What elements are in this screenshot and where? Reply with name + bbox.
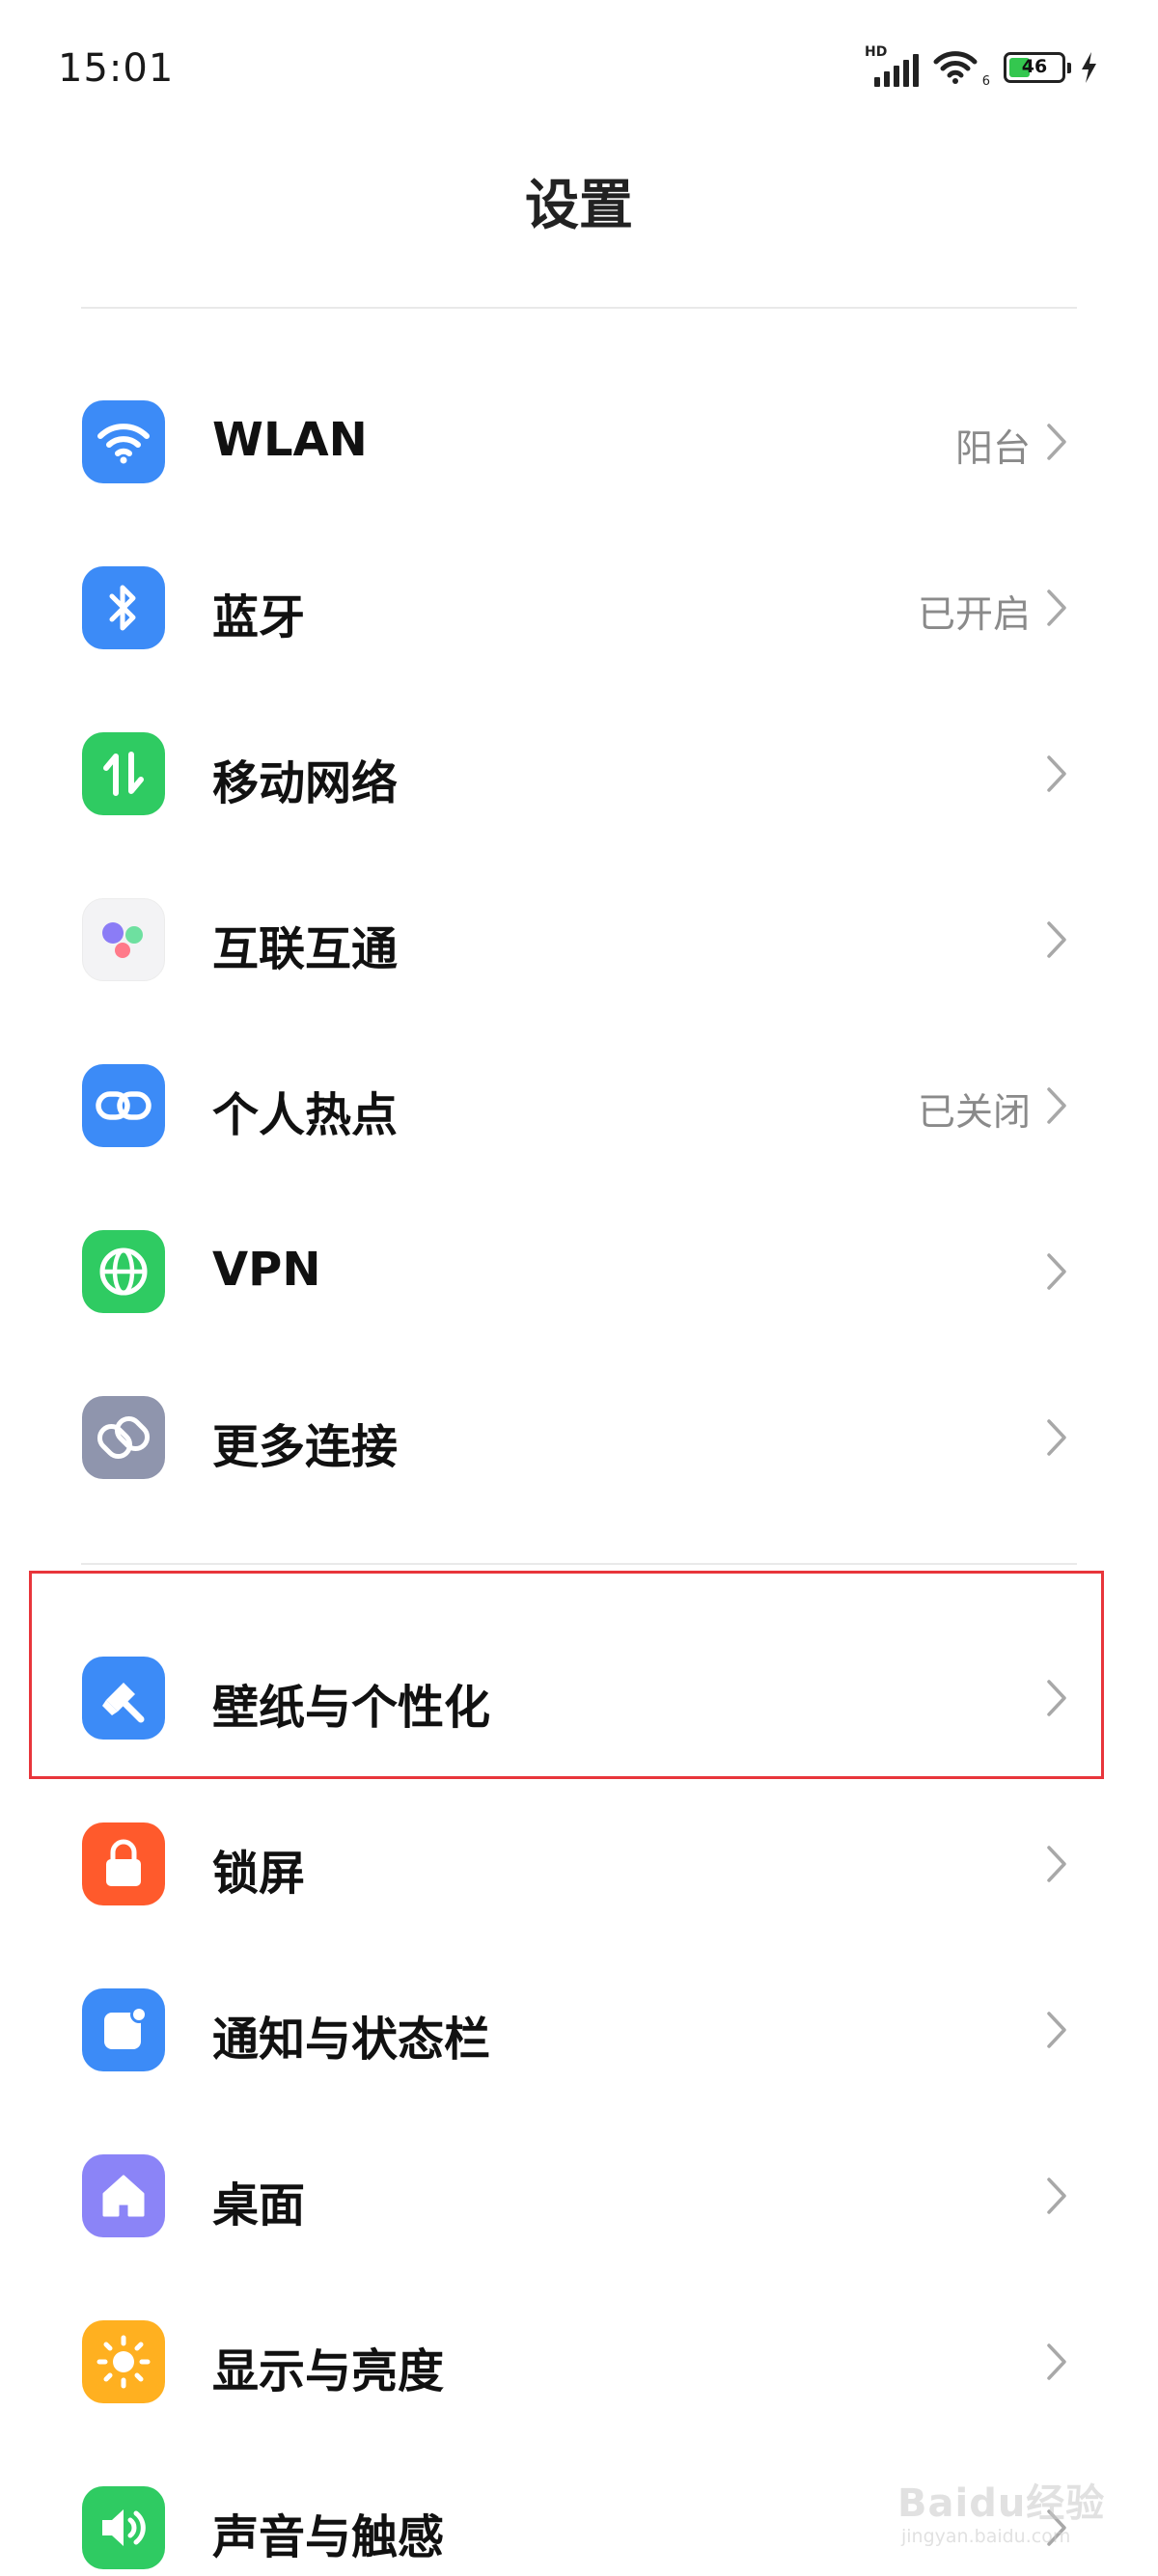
settings-item-interconnect[interactable]: 互联互通 <box>0 857 1158 1023</box>
settings-item-wlan[interactable]: WLAN 阳台 <box>0 359 1158 525</box>
settings-item-label: 锁屏 <box>212 1847 306 1901</box>
page-title: 设置 <box>525 175 633 237</box>
settings-screen: 15:01 HD 6 46 设置 WLAN 阳台 蓝牙 已开启 移动网络 互联互… <box>0 0 1158 2576</box>
settings-item-label: 桌面 <box>212 2179 306 2233</box>
chevron-right-icon <box>1047 2343 1066 2380</box>
wifi-icon <box>82 400 165 483</box>
chevron-right-icon <box>1047 589 1066 626</box>
chevron-right-icon <box>1047 2178 1066 2214</box>
highlight-box <box>29 1571 1104 1779</box>
battery-icon: 46 <box>1004 52 1071 83</box>
settings-item-value: 阳台 <box>954 427 1031 471</box>
notification-icon <box>82 1988 165 2071</box>
settings-item-value: 已开启 <box>917 593 1031 637</box>
settings-item-more-connections[interactable]: 更多连接 <box>0 1355 1158 1521</box>
baidu-watermark: Baidu经验 jingyan.baidu.com <box>897 2433 1119 2549</box>
settings-item-hotspot[interactable]: 个人热点 已关闭 <box>0 1023 1158 1189</box>
sun-icon <box>82 2320 165 2403</box>
chevron-right-icon <box>1047 424 1066 460</box>
settings-item-label: 个人热点 <box>212 1088 399 1142</box>
charging-icon <box>1082 52 1096 83</box>
status-icons: HD 6 46 <box>865 44 1098 89</box>
settings-item-label: 蓝牙 <box>212 590 306 644</box>
chevron-right-icon <box>1047 1846 1066 1882</box>
interconnect-icon <box>82 898 165 981</box>
settings-item-bluetooth[interactable]: 蓝牙 已开启 <box>0 525 1158 691</box>
settings-item-label: WLAN <box>212 413 368 467</box>
settings-item-notifications[interactable]: 通知与状态栏 <box>0 1947 1158 2113</box>
chevron-right-icon <box>1047 1419 1066 1456</box>
chevron-right-icon <box>1047 1253 1066 1290</box>
chevron-right-icon <box>1047 921 1066 958</box>
settings-item-label: 通知与状态栏 <box>212 2013 491 2067</box>
speaker-icon <box>82 2486 165 2569</box>
lock-icon <box>82 1822 165 1905</box>
settings-item-mobile-network[interactable]: 移动网络 <box>0 691 1158 857</box>
settings-item-label: VPN <box>212 1243 321 1297</box>
more-connections-icon <box>82 1396 165 1479</box>
wifi-badge: 6 <box>981 74 990 89</box>
chevron-right-icon <box>1047 1087 1066 1124</box>
settings-item-desktop[interactable]: 桌面 <box>0 2113 1158 2279</box>
settings-item-label: 显示与亮度 <box>212 2344 445 2398</box>
group-divider <box>81 1563 1077 1565</box>
globe-icon <box>82 1230 165 1313</box>
status-bar: 15:01 HD 6 46 <box>0 0 1158 135</box>
hotspot-link-icon <box>82 1064 165 1147</box>
settings-item-lock-screen[interactable]: 锁屏 <box>0 1781 1158 1947</box>
settings-item-vpn[interactable]: VPN <box>0 1189 1158 1355</box>
chevron-right-icon <box>1047 755 1066 792</box>
wifi-status-icon: 6 <box>932 46 990 89</box>
settings-item-display[interactable]: 显示与亮度 <box>0 2279 1158 2445</box>
watermark-text: Baidu经验 <box>897 2481 1106 2526</box>
home-icon <box>82 2154 165 2237</box>
mobile-data-icon <box>82 732 165 815</box>
battery-level: 46 <box>1021 56 1048 77</box>
settings-item-label: 移动网络 <box>212 756 399 810</box>
settings-item-label: 更多连接 <box>212 1420 399 1474</box>
cellular-signal-icon: HD <box>865 44 919 89</box>
status-time: 15:01 <box>58 46 175 91</box>
watermark-url: jingyan.baidu.com <box>901 2526 1071 2547</box>
chevron-right-icon <box>1047 2012 1066 2048</box>
bluetooth-icon <box>82 566 165 649</box>
settings-item-label: 声音与触感 <box>212 2510 445 2564</box>
settings-item-label: 互联互通 <box>212 922 399 976</box>
header-divider <box>81 307 1077 309</box>
settings-item-value: 已关闭 <box>917 1091 1031 1135</box>
